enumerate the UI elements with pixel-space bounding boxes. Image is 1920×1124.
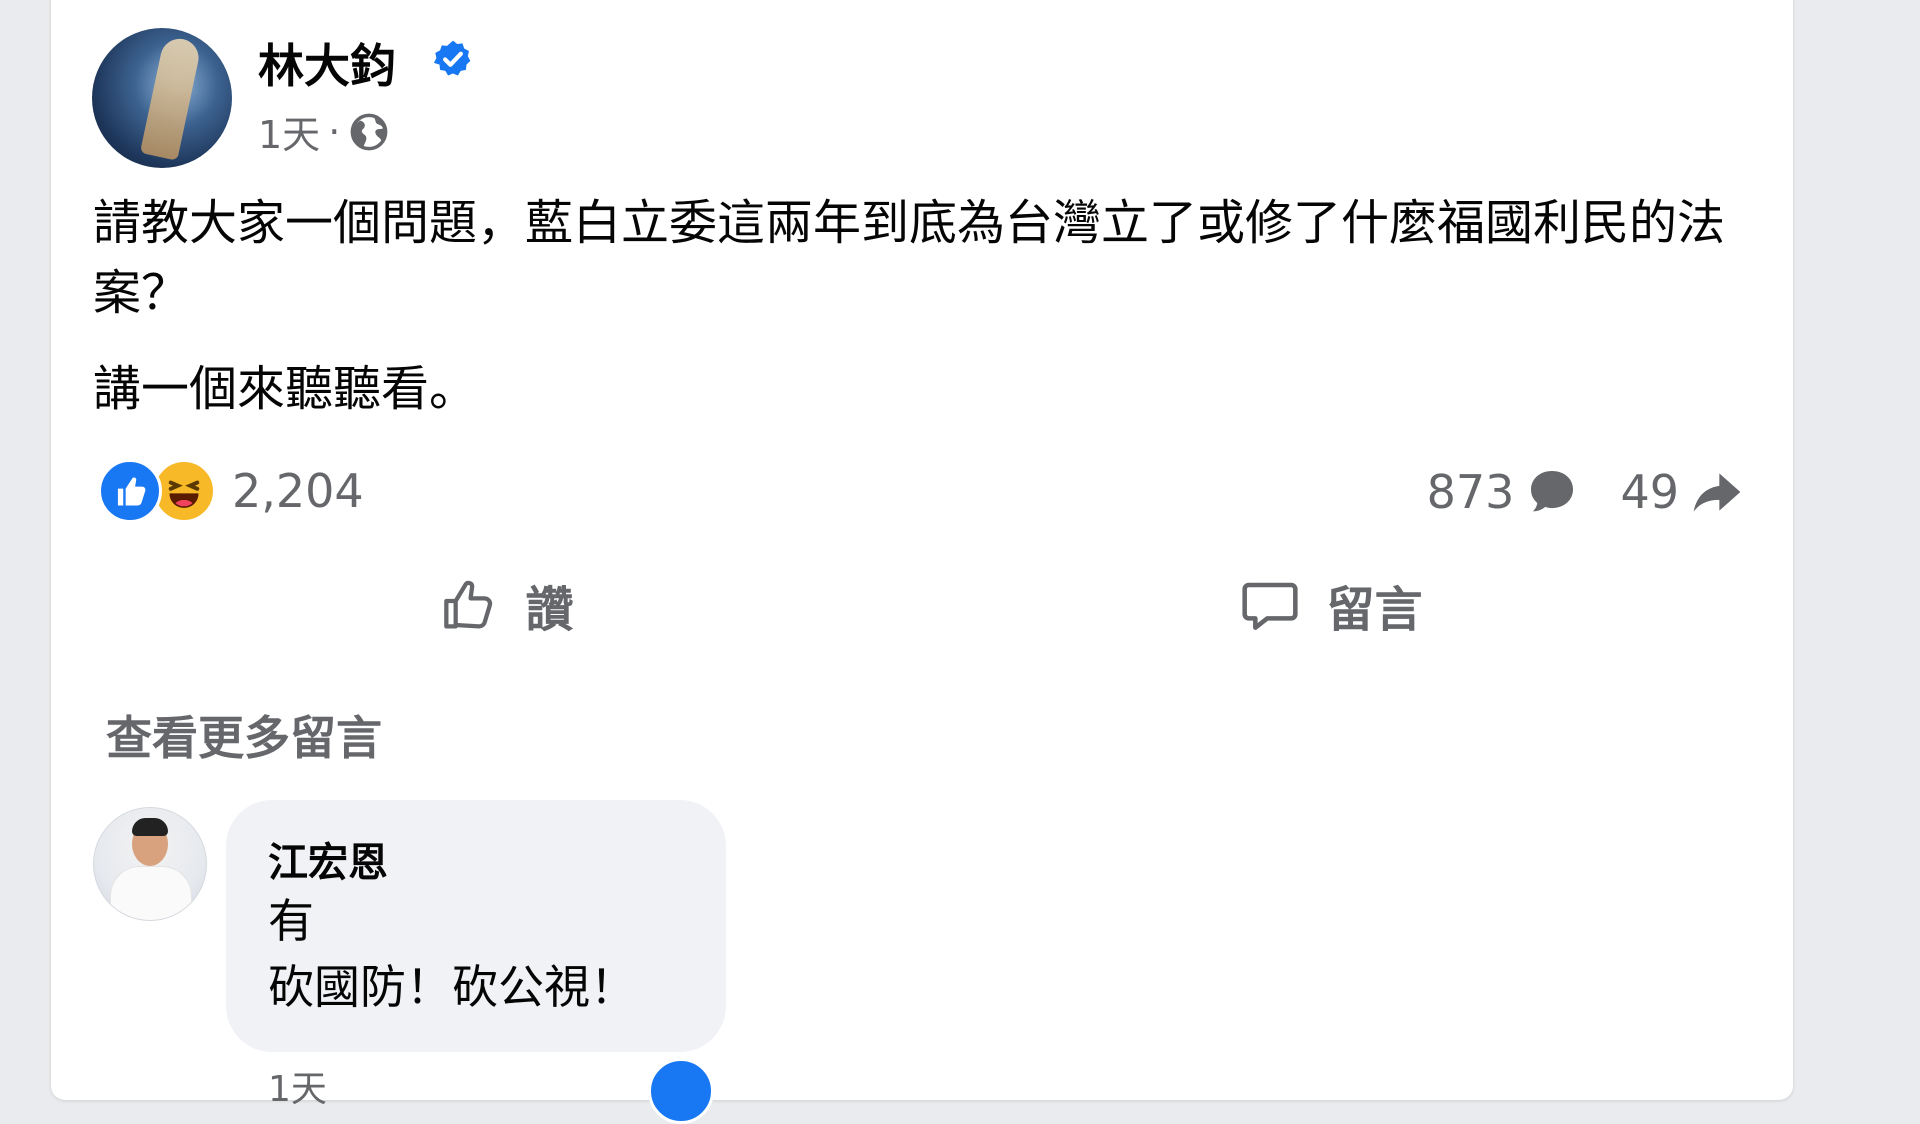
post-actions: 讚 留言 [93, 560, 1743, 650]
thumbs-up-icon [444, 580, 493, 629]
avatar-image [139, 35, 203, 161]
author-avatar[interactable] [92, 28, 232, 168]
comment-button-label: 留言 [1326, 582, 1423, 638]
like-button[interactable]: 讚 [93, 560, 918, 650]
post-paragraph: 請教大家一個問題，藍白立委這兩年到底為台灣立了或修了什麼福國利民的法案？ [93, 195, 1726, 321]
post-body: 請教大家一個問題，藍白立委這兩年到底為台灣立了或修了什麼福國利民的法案？ 講一個… [93, 188, 1743, 450]
comment-time[interactable]: 1天 [268, 1060, 327, 1112]
avatar-image [110, 866, 192, 920]
share-arrow-icon [1693, 473, 1741, 512]
author-name[interactable]: 林大鈞 [258, 30, 396, 96]
comment-icon [1242, 582, 1299, 630]
comment-count: 873 [1426, 465, 1515, 519]
comment-line: 砍國防！砍公視！ [268, 960, 636, 1014]
post-paragraph: 講一個來聽聽看。 [93, 361, 478, 417]
comment-count-stat[interactable]: 873 [1427, 464, 1581, 520]
reaction-summary[interactable]: 2,204 [98, 458, 364, 524]
post-stats: 873 49 [1387, 462, 1745, 522]
post-meta: 1天 · [258, 104, 390, 159]
comment-button[interactable]: 留言 [918, 560, 1743, 650]
comment-bubble: 江宏恩 有 砍國防！砍公視！ [226, 800, 726, 1052]
post-time[interactable]: 1天 [258, 104, 320, 159]
view-more-comments-link[interactable]: 查看更多留言 [106, 702, 382, 768]
comment-bubble-icon [1531, 471, 1574, 512]
reaction-count: 2,204 [232, 464, 364, 518]
share-count: 49 [1620, 465, 1679, 519]
share-count-stat[interactable]: 49 [1620, 464, 1745, 520]
comment-text: 有 砍國防！砍公視！ [268, 888, 636, 1020]
like-button-label: 讚 [525, 582, 574, 638]
comment-line: 有 [268, 894, 314, 948]
globe-icon [350, 113, 388, 150]
meta-separator: · [328, 109, 341, 154]
commenter-name[interactable]: 江宏恩 [268, 830, 388, 888]
commenter-avatar[interactable] [93, 807, 207, 921]
like-reaction-icon [98, 459, 162, 523]
comment-reaction-icon [648, 1058, 714, 1124]
verified-badge-icon [433, 40, 471, 76]
avatar-image [132, 818, 168, 836]
